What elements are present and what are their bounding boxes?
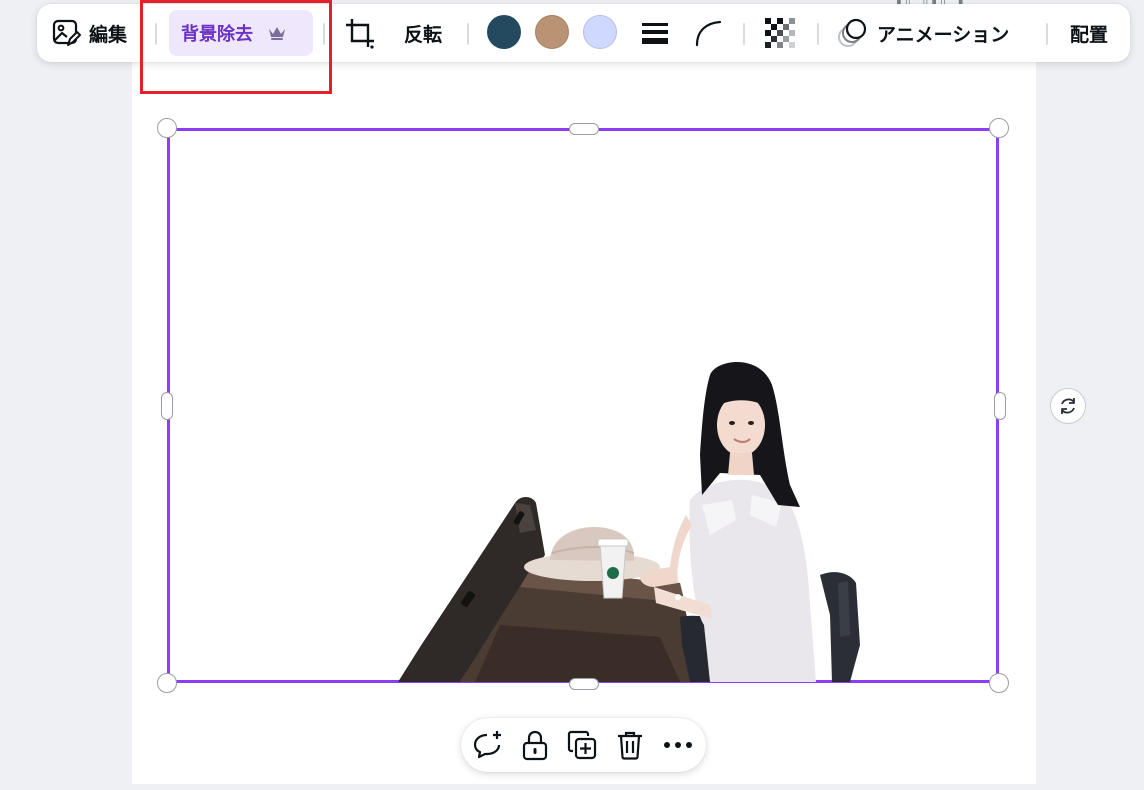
context-toolbar: 編集 背景除去 反転 アニメーション 配置 <box>37 4 1130 62</box>
rotate-button[interactable] <box>1050 388 1086 424</box>
add-comment-icon <box>472 729 504 761</box>
position-button[interactable]: 配置 <box>1070 4 1108 62</box>
bg-remove-button[interactable]: 背景除去 <box>169 10 313 56</box>
animation-label: アニメーション <box>877 23 1010 46</box>
border-style-button[interactable] <box>640 4 670 62</box>
rotate-icon <box>1057 395 1079 417</box>
color-swatch-2[interactable] <box>535 15 569 49</box>
color-swatch-3[interactable] <box>583 15 617 49</box>
edit-button[interactable]: 編集 <box>51 4 127 62</box>
more-button[interactable] <box>662 729 694 761</box>
crop-button[interactable] <box>343 4 377 62</box>
toolbar-divider <box>743 23 745 45</box>
bg-remove-label: 背景除去 <box>181 24 253 45</box>
image-edit-icon <box>51 18 81 48</box>
transparency-button[interactable] <box>764 4 796 62</box>
resize-handle-bottom-right[interactable] <box>989 673 1009 693</box>
flip-label: 反転 <box>404 23 443 46</box>
color-swatch-1[interactable] <box>487 15 521 49</box>
edit-label: 編集 <box>89 23 128 46</box>
duplicate-icon <box>567 730 597 760</box>
toolbar-divider <box>155 23 157 45</box>
position-label: 配置 <box>1070 23 1109 46</box>
border-style-icon <box>640 20 670 46</box>
resize-handle-right[interactable] <box>994 392 1006 420</box>
more-icon <box>663 741 693 749</box>
flip-button[interactable]: 反転 <box>404 4 442 62</box>
animation-button[interactable]: アニメーション <box>837 4 1009 62</box>
toolbar-divider <box>323 23 325 45</box>
resize-handle-left[interactable] <box>161 392 173 420</box>
corner-rounding-button[interactable] <box>694 4 722 62</box>
delete-button[interactable] <box>614 729 646 761</box>
resize-handle-top[interactable] <box>569 123 599 135</box>
resize-handle-top-left[interactable] <box>157 118 177 138</box>
resize-handle-bottom-left[interactable] <box>157 673 177 693</box>
toolbar-divider <box>1046 23 1048 45</box>
trash-icon <box>616 730 644 760</box>
lock-button[interactable] <box>519 729 551 761</box>
element-floating-toolbar <box>461 718 706 772</box>
resize-handle-bottom[interactable] <box>569 678 599 690</box>
crop-icon <box>343 16 377 50</box>
animation-icon <box>837 17 869 49</box>
transparency-icon <box>764 17 796 49</box>
toolbar-divider <box>467 23 469 45</box>
crown-icon <box>267 25 287 41</box>
duplicate-button[interactable] <box>566 729 598 761</box>
lock-icon <box>521 729 549 761</box>
photo-cutout[interactable] <box>380 355 890 682</box>
toolbar-divider <box>817 23 819 45</box>
resize-handle-top-right[interactable] <box>989 118 1009 138</box>
add-comment-button[interactable] <box>472 729 504 761</box>
corner-rounding-icon <box>694 19 722 47</box>
